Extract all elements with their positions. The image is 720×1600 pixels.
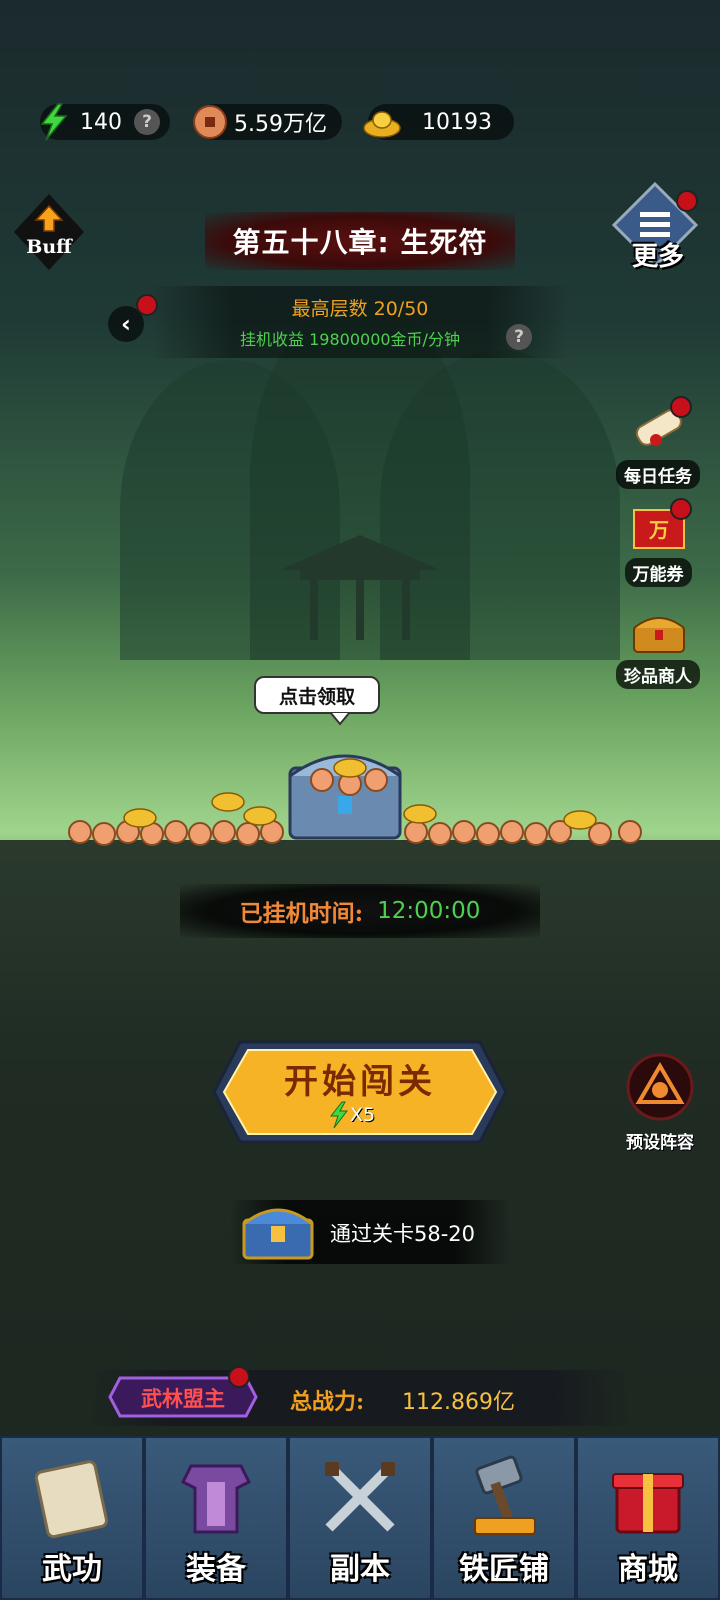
coin-resource: 5.59万亿 [193, 104, 342, 140]
start-cost: X5 [328, 1100, 398, 1130]
total-power-value: 112.869亿 [402, 1390, 515, 1415]
bottom-nav: 武功 装备 副本 铁匠铺 商城 [0, 1436, 720, 1600]
chapter-title: 第五十八章: 生死符 [205, 212, 515, 270]
scroll-book-icon [34, 1460, 109, 1539]
triangle-emblem-icon [626, 1053, 694, 1121]
daily-tasks-button[interactable]: 每日任务 [608, 396, 708, 489]
stage-reward-panel[interactable]: 通过关卡58-20 [230, 1200, 510, 1264]
arrow-up-icon [34, 204, 64, 232]
preset-lineup-label: 预设阵容 [626, 1133, 694, 1153]
treasure-chest-icon [633, 617, 685, 653]
lightning-icon [329, 1101, 349, 1129]
nav-dungeon-label: 副本 [330, 1552, 390, 1587]
buff-button[interactable]: Buff [12, 192, 86, 272]
gift-box-icon [612, 1473, 684, 1534]
gold-ingot-icon [362, 102, 402, 142]
more-button[interactable]: 更多 [610, 180, 710, 280]
nav-shop[interactable]: 商城 [576, 1436, 720, 1600]
blue-chest-icon [242, 1208, 314, 1260]
preset-lineup-button[interactable]: 预设阵容 [610, 1052, 710, 1153]
chevron-left-icon: ‹ [121, 310, 131, 338]
stage-info-panel: 最高层数 20/50 挂机收益 19800000金币/分钟 ? [150, 286, 570, 358]
more-notification-dot [676, 190, 698, 212]
lightning-icon [34, 102, 74, 142]
armor-icon [180, 1464, 252, 1534]
nav-equipment-label: 装备 [186, 1552, 246, 1587]
nav-equipment[interactable]: 装备 [144, 1436, 288, 1600]
nav-martial-arts[interactable]: 武功 [0, 1436, 144, 1600]
bubble-tail-icon [330, 712, 350, 726]
crossed-swords-icon [325, 1462, 395, 1532]
max-floor-text: 最高层数 20/50 [291, 298, 429, 320]
coin-value: 5.59万亿 [234, 112, 327, 137]
more-label: 更多 [631, 242, 684, 272]
treasure-merchant-label: 珍品商人 [616, 660, 700, 689]
energy-resource: 140 ? [40, 103, 170, 141]
universal-voucher-notification-dot [670, 498, 692, 520]
hammer-anvil-icon [474, 1455, 536, 1535]
idle-time-panel: 已挂机时间: 12:00:00 [180, 884, 540, 938]
rank-notification-dot [228, 1366, 250, 1388]
universal-voucher-label: 万能券 [624, 558, 692, 587]
universal-voucher-button[interactable]: 万 万能券 [608, 498, 708, 587]
claim-tip-bubble: 点击领取 [254, 676, 380, 714]
start-challenge-label: 开始闯关 [284, 1062, 436, 1102]
total-power-label: 总战力: [290, 1389, 365, 1415]
pavilion-silhouette [280, 535, 440, 640]
gold-value: 10193 [422, 109, 492, 135]
stage-reward-text: 通过关卡58-20 [330, 1222, 476, 1246]
prev-chapter-notification-dot [136, 294, 158, 316]
start-challenge-button[interactable]: 开始闯关 X5 [210, 1034, 510, 1150]
copper-coin-icon [190, 102, 230, 142]
coin-pile-icon [68, 754, 642, 846]
nav-blacksmith[interactable]: 铁匠铺 [432, 1436, 576, 1600]
buff-label: Buff [26, 236, 72, 258]
gold-resource: 10193 [363, 104, 514, 140]
energy-help-icon[interactable]: ? [134, 109, 160, 135]
treasure-merchant-button[interactable]: 珍品商人 [608, 608, 708, 689]
nav-blacksmith-label: 铁匠铺 [459, 1552, 549, 1587]
idle-time-label: 已挂机时间: [239, 900, 364, 927]
idle-time-value: 12:00:00 [377, 898, 481, 924]
idle-reward-chest[interactable] [60, 740, 660, 860]
energy-value: 140 [80, 109, 122, 135]
nav-shop-label: 商城 [618, 1552, 678, 1587]
nav-dungeon[interactable]: 副本 [288, 1436, 432, 1600]
daily-tasks-notification-dot [670, 396, 692, 418]
svg-text:万: 万 [648, 518, 669, 542]
start-cost-value: X5 [350, 1104, 376, 1126]
idle-income-help-icon[interactable]: ? [506, 324, 532, 350]
idle-income-text: 挂机收益 19800000金币/分钟 [240, 330, 460, 349]
daily-tasks-label: 每日任务 [616, 460, 700, 489]
nav-martial-arts-label: 武功 [42, 1552, 102, 1587]
